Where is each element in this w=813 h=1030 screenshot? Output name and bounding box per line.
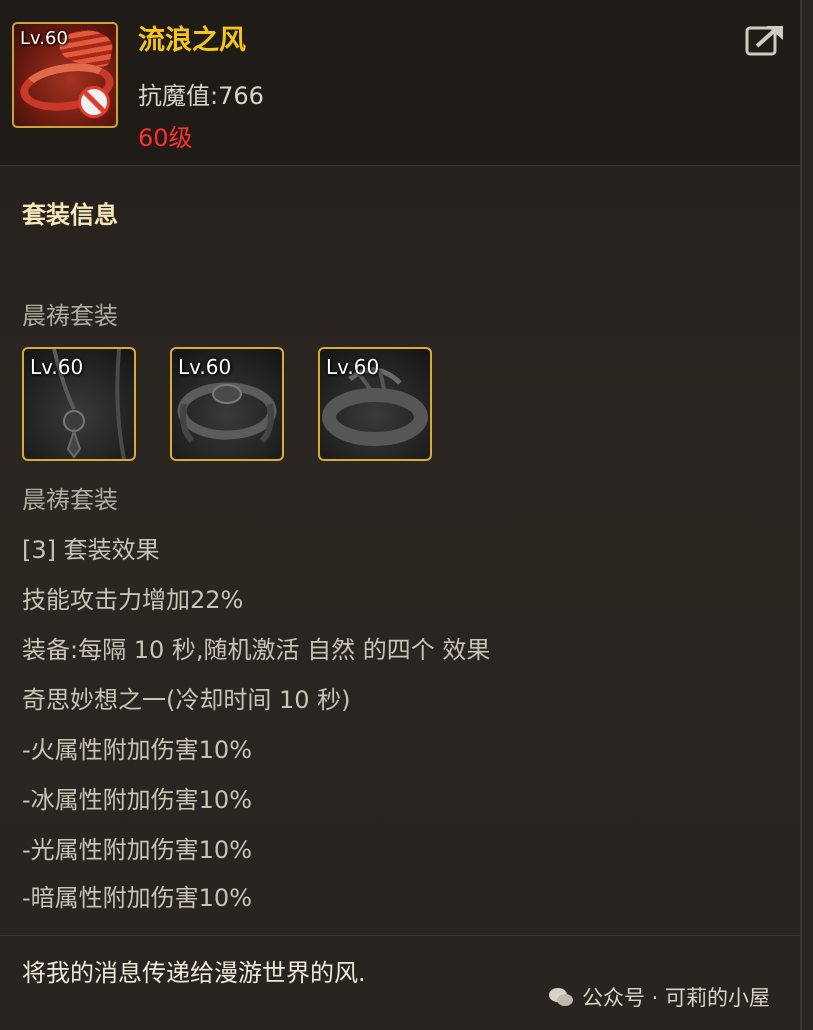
set-name: 晨祷套装 — [22, 302, 118, 330]
piece-level-badge: Lv.60 — [326, 355, 380, 379]
set-effect-line: -火属性附加伤害10% — [22, 736, 253, 764]
wing-band-icon[interactable]: Lv.60 — [12, 22, 118, 128]
share-icon[interactable] — [745, 22, 785, 56]
set-effect-tier: [3] 套装效果 — [22, 536, 160, 564]
set-effect-line: 装备:每隔 10 秒,随机激活 自然 的四个 效果 — [22, 636, 491, 664]
set-name-repeat: 晨祷套装 — [22, 486, 118, 514]
item-tooltip-panel: Lv.60 流浪之风 抗魔值:766 60级 套装信息 晨祷套装 Lv.60 L… — [0, 0, 802, 1030]
set-effect-line: 技能攻击力增加22% — [22, 586, 244, 614]
piece-level-badge: Lv.60 — [30, 355, 84, 379]
item-name: 流浪之风 — [138, 25, 246, 56]
set-effect-line: -光属性附加伤害10% — [22, 836, 253, 864]
wechat-icon — [549, 988, 573, 1006]
flavor-text: 将我的消息传递给漫游世界的风. — [22, 959, 366, 987]
watermark-text: 公众号 · 可莉的小屋 — [582, 986, 771, 1010]
divider — [0, 935, 800, 936]
ring-icon[interactable]: Lv.60 — [318, 347, 432, 461]
bracelet-icon[interactable]: Lv.60 — [170, 347, 284, 461]
set-effect-line: -冰属性附加伤害10% — [22, 786, 253, 814]
item-stat: 抗魔值:766 — [138, 82, 264, 110]
item-header: Lv.60 流浪之风 抗魔值:766 60级 — [0, 0, 800, 166]
item-level-badge: Lv.60 — [20, 28, 68, 49]
set-info-heading: 套装信息 — [22, 201, 118, 229]
set-effect-line: 奇思妙想之一(冷却时间 10 秒) — [22, 686, 351, 714]
necklace-icon[interactable]: Lv.60 — [22, 347, 136, 461]
item-required-level: 60级 — [138, 124, 193, 152]
piece-level-badge: Lv.60 — [178, 355, 232, 379]
prohibited-icon — [78, 86, 110, 118]
watermark: 公众号 · 可莉的小屋 — [548, 982, 770, 1012]
set-effect-line: -暗属性附加伤害10% — [22, 884, 253, 912]
